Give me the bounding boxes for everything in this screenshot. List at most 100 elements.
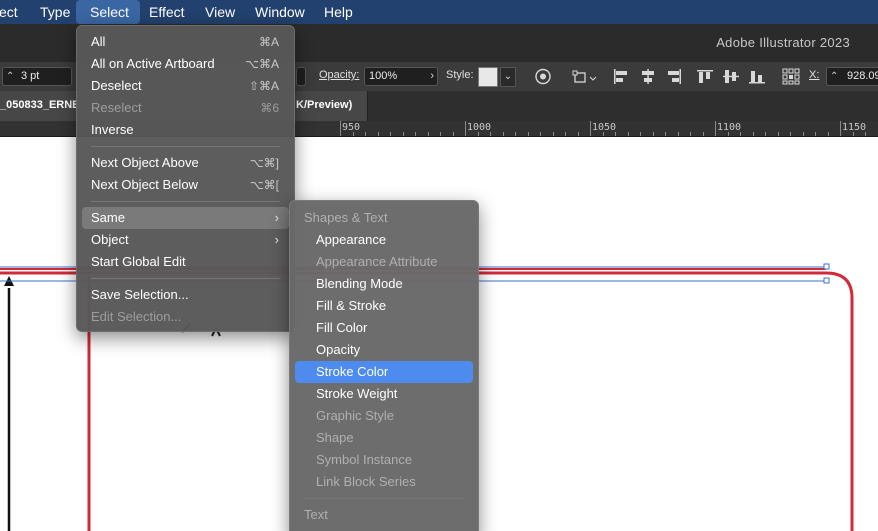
ruler-label: 1150 bbox=[842, 122, 867, 133]
ruler-label: 1100 bbox=[717, 122, 742, 133]
menu-item-label: Next Object Above bbox=[91, 155, 199, 170]
reference-point-icon[interactable] bbox=[782, 68, 800, 85]
ruler-tick bbox=[765, 132, 766, 136]
menu-item-reselect: Reselect ⌘6 bbox=[82, 97, 289, 119]
menu-item-all[interactable]: All ⌘A bbox=[82, 31, 289, 53]
ruler-tick bbox=[465, 121, 466, 136]
menu-view[interactable]: View bbox=[205, 0, 235, 24]
ruler-tick bbox=[565, 132, 566, 136]
ruler-tick bbox=[852, 132, 854, 136]
align-top-icon[interactable] bbox=[696, 68, 714, 85]
menu-item-next-object-above[interactable]: Next Object Above ⌥⌘] bbox=[82, 152, 289, 174]
menu-item-label: Next Object Below bbox=[91, 177, 198, 192]
menu-item-same[interactable]: Same › bbox=[82, 207, 289, 229]
submenu-item-stroke-color[interactable]: Stroke Color bbox=[295, 361, 473, 383]
ruler-tick bbox=[402, 132, 404, 136]
menu-shortcut: ⌘A bbox=[258, 35, 279, 49]
menu-item-label: All bbox=[91, 34, 106, 49]
menu-separator bbox=[304, 498, 464, 499]
ruler-tick bbox=[490, 132, 491, 136]
submenu-section-header: Shapes & Text bbox=[304, 210, 388, 225]
align-icon[interactable] bbox=[572, 68, 598, 85]
ruler-tick bbox=[752, 132, 754, 136]
menu-item-label: Reselect bbox=[91, 100, 142, 115]
submenu-item-blending-mode[interactable]: Blending Mode bbox=[295, 273, 473, 295]
x-value: 928.09 bbox=[847, 70, 878, 82]
align-bottom-icon[interactable] bbox=[748, 68, 766, 85]
submenu-item-stroke-weight[interactable]: Stroke Weight bbox=[295, 383, 473, 405]
ruler-tick bbox=[527, 132, 529, 136]
ruler-tick bbox=[602, 132, 604, 136]
chevron-down-icon[interactable]: ⌄ bbox=[500, 67, 516, 87]
align-center-v-icon[interactable] bbox=[722, 68, 740, 85]
ruler-tick bbox=[840, 121, 841, 136]
ruler-tick bbox=[777, 132, 779, 136]
menu-item-edit-selection: Edit Selection... bbox=[82, 306, 289, 328]
menu-select[interactable]: Select bbox=[76, 0, 140, 24]
opacity-label[interactable]: Opacity: bbox=[319, 69, 359, 81]
menu-separator bbox=[91, 201, 280, 202]
opacity-field[interactable]: 100% › bbox=[364, 67, 438, 86]
menu-item-all-on-active-artboard[interactable]: All on Active Artboard ⌥⌘A bbox=[82, 53, 289, 75]
menu-object-partial[interactable]: ect bbox=[0, 0, 18, 24]
submenu-item-fill-color[interactable]: Fill Color bbox=[295, 317, 473, 339]
x-field[interactable]: ⌃ 928.09 bbox=[826, 67, 878, 86]
recolor-icon[interactable] bbox=[534, 68, 552, 85]
ruler-tick bbox=[627, 132, 629, 136]
ruler-label: 1050 bbox=[592, 122, 617, 133]
menu-bar: ect Type Select Effect View Window Help bbox=[0, 0, 878, 24]
menu-type[interactable]: Type bbox=[40, 0, 70, 24]
ruler-tick bbox=[827, 132, 829, 136]
ruler-tick bbox=[790, 132, 791, 136]
stepper-icon[interactable]: ⌃ bbox=[830, 68, 838, 85]
align-center-h-icon[interactable] bbox=[639, 68, 657, 85]
ruler-tick bbox=[702, 132, 704, 136]
ruler-tick bbox=[390, 132, 391, 136]
menu-item-next-object-below[interactable]: Next Object Below ⌥⌘[ bbox=[82, 174, 289, 196]
submenu-item-opacity[interactable]: Opacity bbox=[295, 339, 473, 361]
ruler-tick bbox=[577, 132, 579, 136]
ruler-tick bbox=[515, 132, 516, 136]
ruler-tick bbox=[415, 132, 416, 136]
style-swatch[interactable] bbox=[478, 67, 498, 87]
submenu-item-symbol-instance: Symbol Instance bbox=[316, 452, 413, 467]
submenu-section-header: Text bbox=[304, 507, 328, 522]
dropdown-toggle[interactable] bbox=[296, 67, 306, 86]
ruler-tick bbox=[815, 132, 816, 136]
selection-handle bbox=[823, 277, 830, 284]
menu-item-object[interactable]: Object › bbox=[82, 229, 289, 251]
submenu-item-appearance[interactable]: Appearance bbox=[295, 229, 473, 251]
menu-item-save-selection[interactable]: Save Selection... bbox=[82, 284, 289, 306]
chevron-right-icon[interactable]: › bbox=[430, 68, 434, 85]
menu-help[interactable]: Help bbox=[324, 0, 353, 24]
stroke-weight-field[interactable]: ⌃ 3 pt bbox=[2, 67, 72, 86]
select-menu: All ⌘A All on Active Artboard ⌥⌘A Desele… bbox=[76, 25, 295, 332]
submenu-item-fill-and-stroke[interactable]: Fill & Stroke bbox=[295, 295, 473, 317]
menu-shortcut: ⌥⌘[ bbox=[249, 178, 279, 192]
align-left-icon[interactable] bbox=[612, 68, 630, 85]
ruler-tick bbox=[365, 132, 366, 136]
menu-item-start-global-edit[interactable]: Start Global Edit bbox=[82, 251, 289, 273]
submenu-item-shape: Shape bbox=[316, 430, 354, 445]
menu-item-inverse[interactable]: Inverse bbox=[82, 119, 289, 141]
ruler-tick bbox=[652, 132, 654, 136]
menu-item-label: Same bbox=[91, 210, 125, 225]
ruler-tick bbox=[452, 132, 454, 136]
align-right-icon[interactable] bbox=[665, 68, 683, 85]
same-submenu: Shapes & Text Appearance Appearance Attr… bbox=[289, 200, 479, 531]
menu-item-label: Start Global Edit bbox=[91, 254, 186, 269]
ruler-tick bbox=[677, 132, 679, 136]
ruler-tick bbox=[427, 132, 429, 136]
menu-window[interactable]: Window bbox=[255, 0, 305, 24]
menu-separator bbox=[91, 146, 280, 147]
x-label[interactable]: X: bbox=[809, 69, 819, 81]
document-tab-mode: K/Preview) bbox=[296, 99, 353, 111]
ruler-tick bbox=[690, 132, 691, 136]
ruler-tick bbox=[440, 132, 441, 136]
ruler-tick bbox=[715, 121, 716, 136]
menu-shortcut: ⌥⌘A bbox=[245, 57, 279, 71]
menu-item-deselect[interactable]: Deselect ⇧⌘A bbox=[82, 75, 289, 97]
stepper-icon[interactable]: ⌃ bbox=[6, 68, 14, 85]
menu-item-label: Object bbox=[91, 232, 129, 247]
menu-effect[interactable]: Effect bbox=[149, 0, 185, 24]
